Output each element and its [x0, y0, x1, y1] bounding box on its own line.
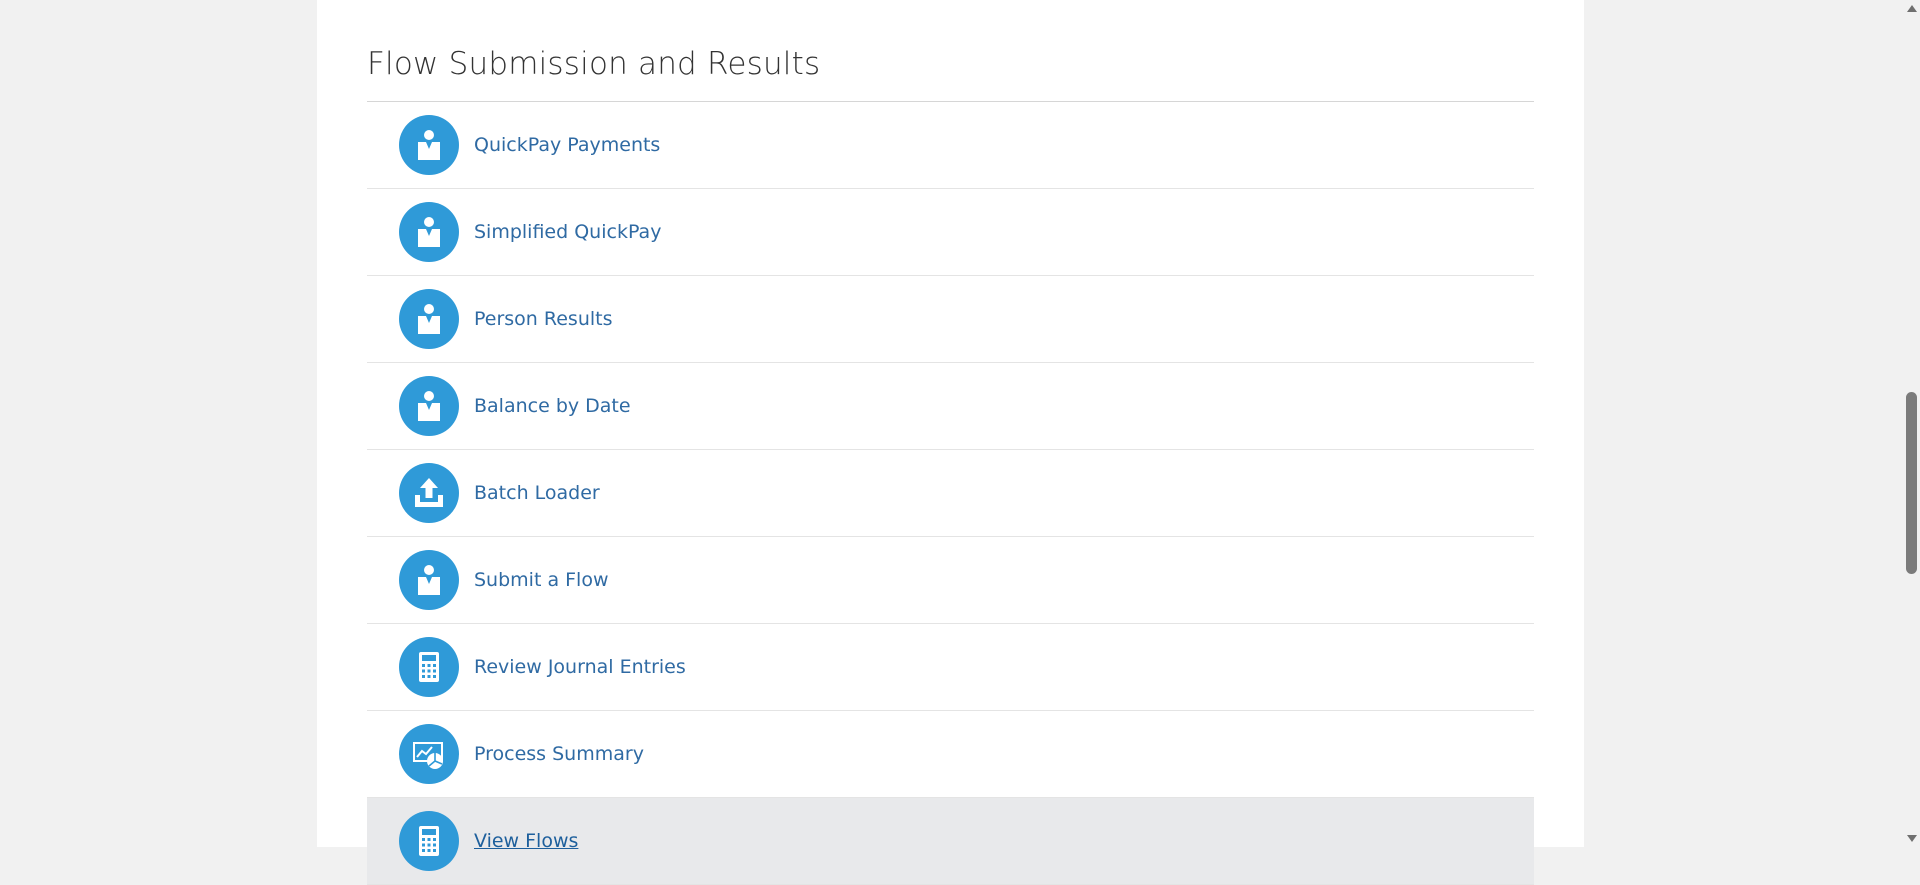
calculator-icon [399, 637, 459, 697]
task-label: Simplified QuickPay [474, 221, 662, 243]
task-review-journal-entries[interactable]: Review Journal Entries [367, 624, 1534, 711]
person-icon [399, 202, 459, 262]
task-label: View Flows [474, 830, 579, 852]
task-submit-a-flow[interactable]: Submit a Flow [367, 537, 1534, 624]
task-process-summary[interactable]: Process Summary [367, 711, 1534, 798]
section-title: Flow Submission and Results [367, 46, 821, 82]
task-balance-by-date[interactable]: Balance by Date [367, 363, 1534, 450]
content-panel: Flow Submission and Results QuickPay Pay… [317, 0, 1584, 885]
task-label: Batch Loader [474, 482, 600, 504]
person-icon [399, 550, 459, 610]
person-icon [399, 289, 459, 349]
task-view-flows[interactable]: View Flows [367, 798, 1534, 885]
vertical-scrollbar[interactable] [1903, 0, 1920, 847]
task-label: Balance by Date [474, 395, 631, 417]
task-quickpay-payments[interactable]: QuickPay Payments [367, 102, 1534, 189]
task-list: QuickPay Payments Simplified QuickPay Pe… [367, 102, 1534, 885]
task-person-results[interactable]: Person Results [367, 276, 1534, 363]
person-icon [399, 376, 459, 436]
task-label: Person Results [474, 308, 613, 330]
scroll-up-arrow-icon[interactable] [1907, 5, 1917, 12]
task-label: Review Journal Entries [474, 656, 686, 678]
task-label: Process Summary [474, 743, 644, 765]
calculator-icon [399, 811, 459, 871]
task-label: Submit a Flow [474, 569, 609, 591]
upload-icon [399, 463, 459, 523]
task-label: QuickPay Payments [474, 134, 661, 156]
person-icon [399, 115, 459, 175]
task-batch-loader[interactable]: Batch Loader [367, 450, 1534, 537]
scrollbar-thumb[interactable] [1906, 392, 1917, 574]
scroll-down-arrow-icon[interactable] [1907, 835, 1917, 842]
report-icon [399, 724, 459, 784]
task-simplified-quickpay[interactable]: Simplified QuickPay [367, 189, 1534, 276]
